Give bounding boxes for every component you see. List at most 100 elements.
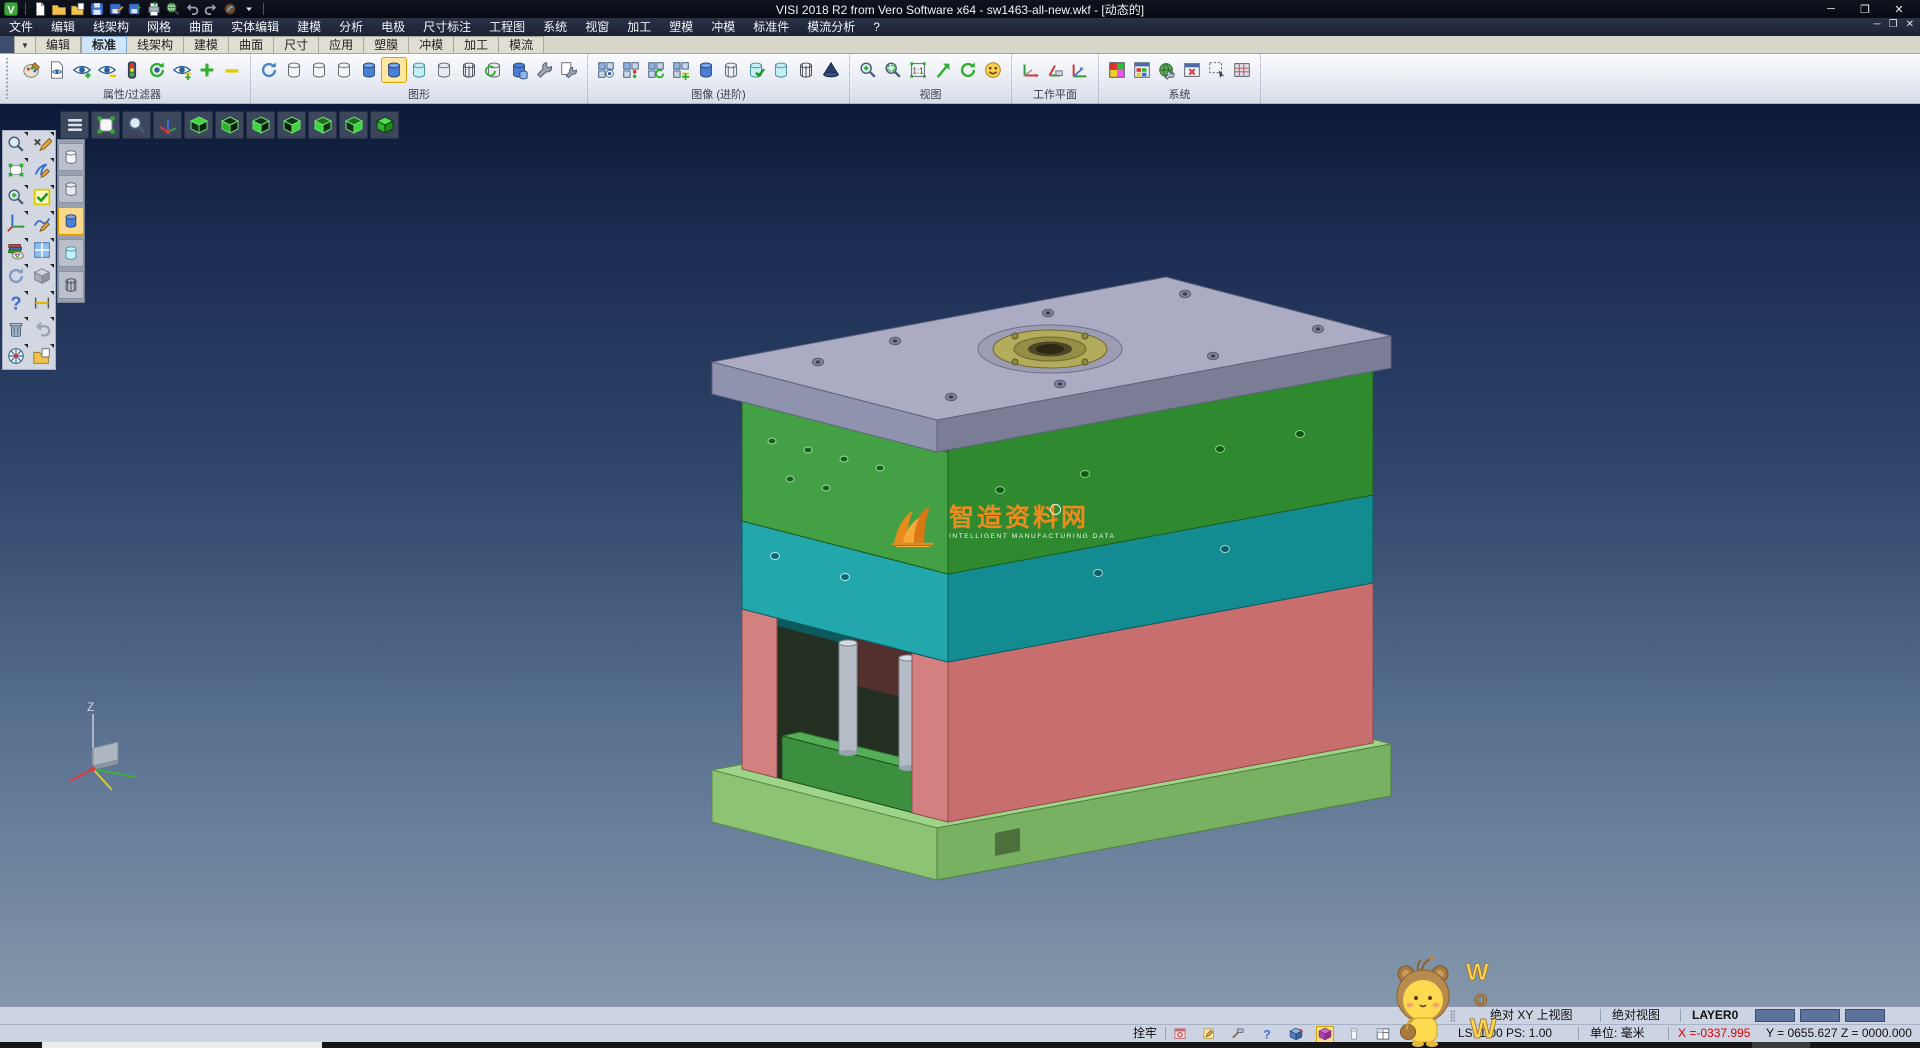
- graphics-options-button[interactable]: [557, 58, 581, 82]
- hide-entities-eye-minus-button[interactable]: [95, 58, 119, 82]
- measure-distance-button[interactable]: [29, 290, 55, 316]
- workplane-from-view-button[interactable]: [1068, 58, 1092, 82]
- menu-item-模流分析[interactable]: 模流分析: [798, 18, 864, 36]
- attributes-palette-button[interactable]: [20, 58, 44, 82]
- filter-traffic-light-button[interactable]: [120, 58, 144, 82]
- cup-white-icon[interactable]: [1346, 1027, 1362, 1042]
- confirm-check-button[interactable]: [29, 184, 55, 210]
- doc-minimize-button[interactable]: ─: [1874, 19, 1881, 30]
- tab-塑膜[interactable]: 塑膜: [364, 36, 409, 53]
- view-left-cube-button[interactable]: [246, 111, 275, 139]
- minimize-button[interactable]: ─: [1814, 0, 1848, 18]
- color-swatch-2[interactable]: [1800, 1009, 1840, 1022]
- mode-mesh-button[interactable]: [58, 271, 84, 299]
- view-orientation-face-button[interactable]: [981, 58, 1005, 82]
- doc-close-button[interactable]: ✕: [1906, 19, 1914, 30]
- menu-item-文件[interactable]: 文件: [0, 18, 42, 36]
- mesh-mode-button[interactable]: [457, 58, 481, 82]
- menu-item-标准件[interactable]: 标准件: [744, 18, 798, 36]
- maximize-button[interactable]: ❐: [1848, 0, 1882, 18]
- zoom-extents-button[interactable]: [91, 111, 120, 139]
- solids-filter-traffic-button[interactable]: [619, 58, 643, 82]
- selection-filter-button[interactable]: [1205, 58, 1229, 82]
- axes-display-button[interactable]: [153, 111, 182, 139]
- menu-item-实体编辑[interactable]: 实体编辑: [222, 18, 288, 36]
- copy-graphics-button[interactable]: [507, 58, 531, 82]
- color-table-button[interactable]: [1105, 58, 1129, 82]
- tab-曲面[interactable]: 曲面: [229, 36, 274, 53]
- zoom-in-button[interactable]: [856, 58, 880, 82]
- dashed-hidden-mode-button[interactable]: [332, 58, 356, 82]
- wireframe-mode-button[interactable]: [282, 58, 306, 82]
- menu-item-工程图[interactable]: 工程图: [480, 18, 534, 36]
- visi-logo-icon[interactable]: V: [3, 2, 19, 17]
- more-commands-icon[interactable]: [241, 2, 257, 17]
- menu-item-电极[interactable]: 电极: [372, 18, 414, 36]
- erase-entity-button[interactable]: [29, 131, 55, 157]
- box-blue-icon[interactable]: [1288, 1027, 1304, 1042]
- zoom-1-1-button[interactable]: 1:1: [906, 58, 930, 82]
- calculator-grid-button[interactable]: [1230, 58, 1254, 82]
- toggle-visibility-button[interactable]: [170, 58, 194, 82]
- window-red-icon[interactable]: [1172, 1027, 1188, 1042]
- mode-hidden-line-button[interactable]: [58, 175, 84, 203]
- draw-spline-button[interactable]: [29, 210, 55, 236]
- view-isometric-cube-button[interactable]: [370, 111, 399, 139]
- view-top-cube-button[interactable]: [184, 111, 213, 139]
- zoom-dynamic-button[interactable]: [3, 131, 29, 157]
- refresh-solids-button[interactable]: [644, 58, 668, 82]
- tab-模流[interactable]: 模流: [499, 36, 544, 53]
- undo-icon[interactable]: [184, 2, 200, 17]
- tab-冲模[interactable]: 冲模: [409, 36, 454, 53]
- delete-trash-button[interactable]: [3, 316, 29, 342]
- color-swatch-3[interactable]: [1845, 1009, 1885, 1022]
- macro-tool-icon[interactable]: [222, 2, 238, 17]
- render-striped-button[interactable]: [719, 58, 743, 82]
- open-model-icon[interactable]: [70, 2, 86, 17]
- render-wire-button[interactable]: [794, 58, 818, 82]
- system-settings-button[interactable]: [1155, 58, 1179, 82]
- new-document-icon[interactable]: [32, 2, 48, 17]
- color-swatch-1[interactable]: [1755, 1009, 1795, 1022]
- taskbar-sliver[interactable]: [0, 1042, 1920, 1048]
- render-shaded-button[interactable]: [694, 58, 718, 82]
- menu-item-建模[interactable]: 建模: [288, 18, 330, 36]
- redo-icon[interactable]: [203, 2, 219, 17]
- navigate-compass-button[interactable]: [3, 343, 29, 369]
- pen-yellow-icon[interactable]: [1201, 1027, 1217, 1042]
- tab-编辑[interactable]: 编辑: [36, 36, 81, 53]
- hidden-line-mode-button[interactable]: [307, 58, 331, 82]
- orient-axes-button[interactable]: [3, 210, 29, 236]
- tab-尺寸[interactable]: 尺寸: [274, 36, 319, 53]
- remove-filter-button[interactable]: [220, 58, 244, 82]
- status-layer[interactable]: LAYER0: [1692, 1007, 1738, 1024]
- regen-solid-button[interactable]: [482, 58, 506, 82]
- print-icon[interactable]: [146, 2, 162, 17]
- add-filter-button[interactable]: [195, 58, 219, 82]
- shaded-edges-mode-button[interactable]: [382, 58, 406, 82]
- box-purple-active-icon[interactable]: [1317, 1027, 1333, 1042]
- filter-page-eye-button[interactable]: [45, 58, 69, 82]
- viewport-3d[interactable]: Z ? 智造资料网 INTELLI: [0, 104, 1920, 1006]
- refresh-view-button[interactable]: [956, 58, 980, 82]
- show-entities-eye-plus-button[interactable]: [70, 58, 94, 82]
- status-units[interactable]: 单位: 毫米: [1590, 1025, 1645, 1042]
- attributes-books-button[interactable]: [3, 237, 29, 263]
- save-file-icon[interactable]: [89, 2, 105, 17]
- tab-标准[interactable]: 标准: [81, 36, 127, 53]
- menu-item-尺寸标注[interactable]: 尺寸标注: [414, 18, 480, 36]
- workplane-on-entity-button[interactable]: [1043, 58, 1067, 82]
- solid-box-button[interactable]: [29, 263, 55, 289]
- regenerate-graphics-button[interactable]: [257, 58, 281, 82]
- render-verify-button[interactable]: [744, 58, 768, 82]
- solids-visibility-eye-button[interactable]: [594, 58, 618, 82]
- save-export-icon[interactable]: [127, 2, 143, 17]
- open-file-icon[interactable]: [51, 2, 67, 17]
- preview-icon[interactable]: [165, 2, 181, 17]
- rotate-refresh-button[interactable]: [3, 263, 29, 289]
- shaded-mode-button[interactable]: [357, 58, 381, 82]
- status-lock[interactable]: 拴牢: [1133, 1025, 1157, 1042]
- workplane-standard-button[interactable]: [1018, 58, 1042, 82]
- tab-加工[interactable]: 加工: [454, 36, 499, 53]
- view-right-cube-button[interactable]: [277, 111, 306, 139]
